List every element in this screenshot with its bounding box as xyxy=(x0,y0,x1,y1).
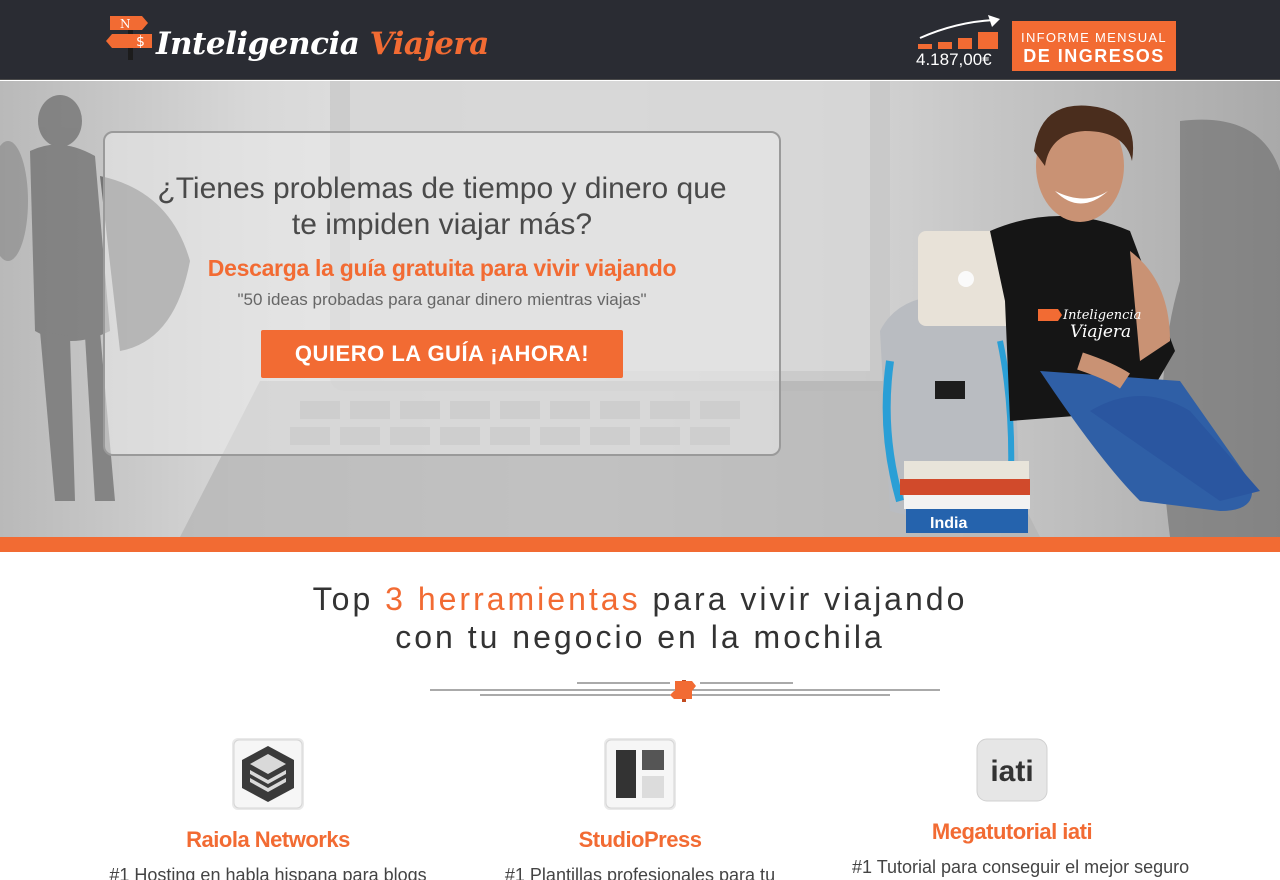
hero-subtitle: Descarga la guía gratuita para vivir via… xyxy=(207,255,677,281)
signpost-divider-icon xyxy=(670,680,696,702)
hero-quote: "50 ideas probadas para ganar dinero mie… xyxy=(237,290,647,309)
growth-chart-icon xyxy=(918,15,1000,49)
hero-banner: ¿Tienes problemas de tiempo y dinero que… xyxy=(0,81,1280,537)
hero-title: ¿Tienes problemas de tiempo y dinero que… xyxy=(157,172,727,241)
svg-text:$: $ xyxy=(136,34,145,50)
site-logo[interactable]: N $ Inteligencia Viajera xyxy=(106,12,489,68)
logo-text: Inteligencia Viajera xyxy=(156,26,489,62)
tools-section-title: Top 3 herramientas para vivir viajando c… xyxy=(312,581,968,655)
tool-desc-raiola: #1 Hosting en habla hispana para blogs xyxy=(109,865,427,880)
svg-text:India: India xyxy=(930,515,967,532)
tool-card-iati: iati Megatutorial iati #1 Tutorial para … xyxy=(852,738,1190,878)
tool-card-raiola: Raiola Networks #1 Hosting en habla hisp… xyxy=(108,738,428,880)
download-guide-button[interactable]: QUIERO LA GUÍA ¡AHORA! xyxy=(261,330,623,378)
server-stack-icon[interactable] xyxy=(232,738,304,810)
svg-text:N: N xyxy=(120,17,131,31)
layout-icon[interactable] xyxy=(604,738,676,810)
hero-bottom-bar xyxy=(0,537,1280,552)
signpost-icon: N $ xyxy=(106,16,152,60)
svg-text:iati: iati xyxy=(990,755,1033,788)
tool-desc-iati: #1 Tutorial para conseguir el mejor segu… xyxy=(852,857,1190,877)
tool-card-studiopress: StudioPress #1 Plantillas profesionales … xyxy=(480,738,800,880)
site-header: N $ Inteligencia Viajera 4.187,00€ INFOR… xyxy=(0,0,1280,80)
svg-text:Inteligencia: Inteligencia xyxy=(1062,308,1141,323)
tool-name-raiola[interactable]: Raiola Networks xyxy=(108,827,428,853)
tool-name-iati[interactable]: Megatutorial iati xyxy=(852,819,1172,845)
tool-desc-studiopress: #1 Plantillas profesionales para tu xyxy=(504,865,776,880)
svg-text:Viajera: Viajera xyxy=(1070,322,1131,342)
income-amount: 4.187,00€ xyxy=(916,50,992,69)
income-report-line2: DE INGRESOS xyxy=(1023,46,1165,66)
tool-name-studiopress[interactable]: StudioPress xyxy=(480,827,800,853)
lead-magnet-box: ¿Tienes problemas de tiempo y dinero que… xyxy=(103,131,781,456)
author-photo: Inteligencia Viajera India xyxy=(880,105,1260,533)
income-report-button[interactable]: INFORME MENSUAL DE INGRESOS xyxy=(1012,21,1176,71)
income-report-line1: INFORME MENSUAL xyxy=(1021,30,1167,45)
section-divider xyxy=(430,680,940,702)
iati-logo-icon[interactable]: iati xyxy=(976,738,1048,802)
